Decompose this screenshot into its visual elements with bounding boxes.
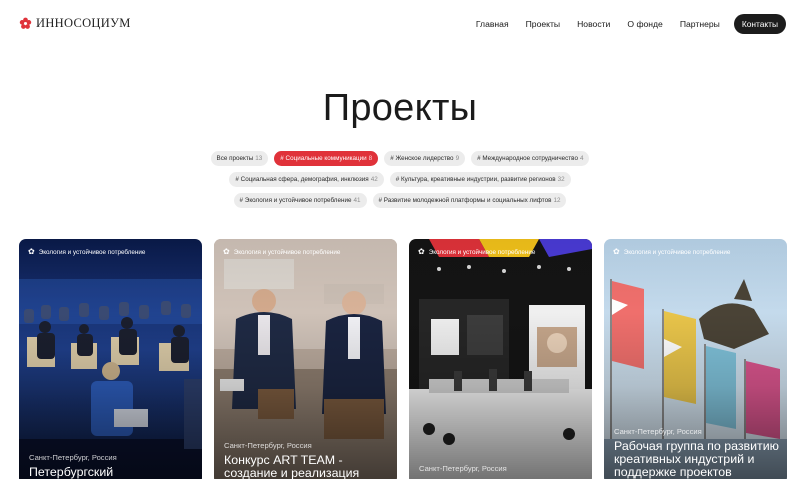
nav-about[interactable]: О фонде bbox=[627, 14, 662, 34]
filter-row-2: # Социальная сфера, демография, инклюзия… bbox=[0, 172, 800, 187]
logo[interactable]: ИННОСОЦИУМ bbox=[19, 16, 131, 31]
card-overlay bbox=[409, 239, 592, 479]
chip-label: # Социальные коммуникации bbox=[280, 155, 367, 162]
card-category-label: Экология и устойчивое потребление bbox=[428, 248, 536, 256]
flower-icon: ✿ bbox=[418, 247, 425, 256]
card-category: ✿ Экология и устойчивое потребление bbox=[418, 248, 535, 256]
chip-label: # Женское лидерство bbox=[390, 155, 454, 162]
card-category: ✿ Экология и устойчивое потребление bbox=[223, 248, 340, 256]
filter-row-3: # Экология и устойчивое потребление 41 # … bbox=[0, 193, 800, 208]
chip-label: # Социальная сфера, демография, инклюзия bbox=[235, 176, 369, 183]
project-card[interactable]: ✿ Экология и устойчивое потребление Санкт… bbox=[604, 239, 787, 479]
contacts-button[interactable]: Контакты bbox=[733, 14, 786, 34]
page-title: Проекты bbox=[322, 87, 478, 129]
nav-home[interactable]: Главная bbox=[476, 14, 509, 34]
site-header: ИННОСОЦИУМ Главная Проекты Новости О фон… bbox=[0, 0, 800, 48]
card-title: Петербургский bbox=[29, 465, 114, 479]
chip-label: # Международное сотрудничество bbox=[477, 155, 578, 162]
filter-women-leadership[interactable]: # Женское лидерство 9 bbox=[384, 151, 466, 166]
project-cards: ✿ Экология и устойчивое потребление Санкт… bbox=[19, 239, 787, 479]
card-category: ✿ Экология и устойчивое потребление bbox=[613, 248, 730, 256]
flower-icon: ✿ bbox=[613, 247, 620, 256]
chip-label: # Культура, креативные индустрии, развит… bbox=[395, 176, 556, 183]
card-title: Конкурс ART TEAM - создание и реализация bbox=[224, 453, 360, 479]
chip-label: # Развитие молодежной платформы и социал… bbox=[378, 197, 552, 204]
nav-projects[interactable]: Проекты bbox=[526, 14, 560, 34]
card-overlay bbox=[19, 239, 202, 479]
chip-count: 4 bbox=[579, 155, 584, 162]
card-category-label: Экология и устойчивое потребление bbox=[233, 248, 341, 256]
chip-count: 13 bbox=[255, 155, 263, 162]
flower-logo-icon bbox=[19, 17, 32, 29]
chip-count: 9 bbox=[455, 155, 460, 162]
chip-count: 32 bbox=[557, 176, 565, 183]
filter-social-sphere[interactable]: # Социальная сфера, демография, инклюзия… bbox=[229, 172, 384, 187]
card-location: Санкт-Петербург, Россия bbox=[29, 453, 117, 462]
card-category-label: Экология и устойчивое потребление bbox=[623, 248, 731, 256]
chip-count: 41 bbox=[353, 197, 361, 204]
project-card[interactable]: ✿ Экология и устойчивое потребление Санкт… bbox=[214, 239, 397, 479]
brand-name: ИННОСОЦИУМ bbox=[36, 16, 131, 30]
chip-label: # Экология и устойчивое потребление bbox=[239, 197, 352, 204]
nav-news[interactable]: Новости bbox=[577, 14, 610, 34]
filter-culture[interactable]: # Культура, креативные индустрии, развит… bbox=[389, 172, 571, 187]
filter-row-1: Все проекты 13 # Социальные коммуникации 8… bbox=[0, 151, 800, 166]
project-card[interactable]: ✿ Экология и устойчивое потребление Санкт… bbox=[409, 239, 592, 479]
filter-ecology[interactable]: # Экология и устойчивое потребление 41 bbox=[233, 193, 367, 208]
filter-youth-platform[interactable]: # Развитие молодежной платформы и социал… bbox=[372, 193, 567, 208]
chip-label: Все проекты bbox=[216, 155, 254, 162]
chip-count: 12 bbox=[553, 197, 561, 204]
card-category: ✿ Экология и устойчивое потребление bbox=[28, 248, 145, 256]
filter-all[interactable]: Все проекты 13 bbox=[210, 151, 269, 166]
chip-count: 8 bbox=[368, 155, 373, 162]
card-location: Санкт-Петербург, Россия bbox=[224, 441, 312, 450]
filter-international[interactable]: # Международное сотрудничество 4 bbox=[471, 151, 590, 166]
nav-partners[interactable]: Партнеры bbox=[680, 14, 720, 34]
flower-icon: ✿ bbox=[223, 247, 230, 256]
project-card[interactable]: ✿ Экология и устойчивое потребление Санкт… bbox=[19, 239, 202, 479]
card-location: Санкт-Петербург, Россия bbox=[614, 427, 702, 436]
main-nav: Главная Проекты Новости О фонде Партнеры… bbox=[459, 14, 786, 34]
card-category-label: Экология и устойчивое потребление bbox=[38, 248, 146, 256]
card-title: Рабочая группа по развитию креативных ин… bbox=[614, 439, 779, 479]
chip-count: 42 bbox=[370, 176, 378, 183]
flower-icon: ✿ bbox=[28, 247, 35, 256]
filter-social-communications[interactable]: # Социальные коммуникации 8 bbox=[274, 151, 379, 166]
card-location: Санкт-Петербург, Россия bbox=[419, 464, 507, 473]
